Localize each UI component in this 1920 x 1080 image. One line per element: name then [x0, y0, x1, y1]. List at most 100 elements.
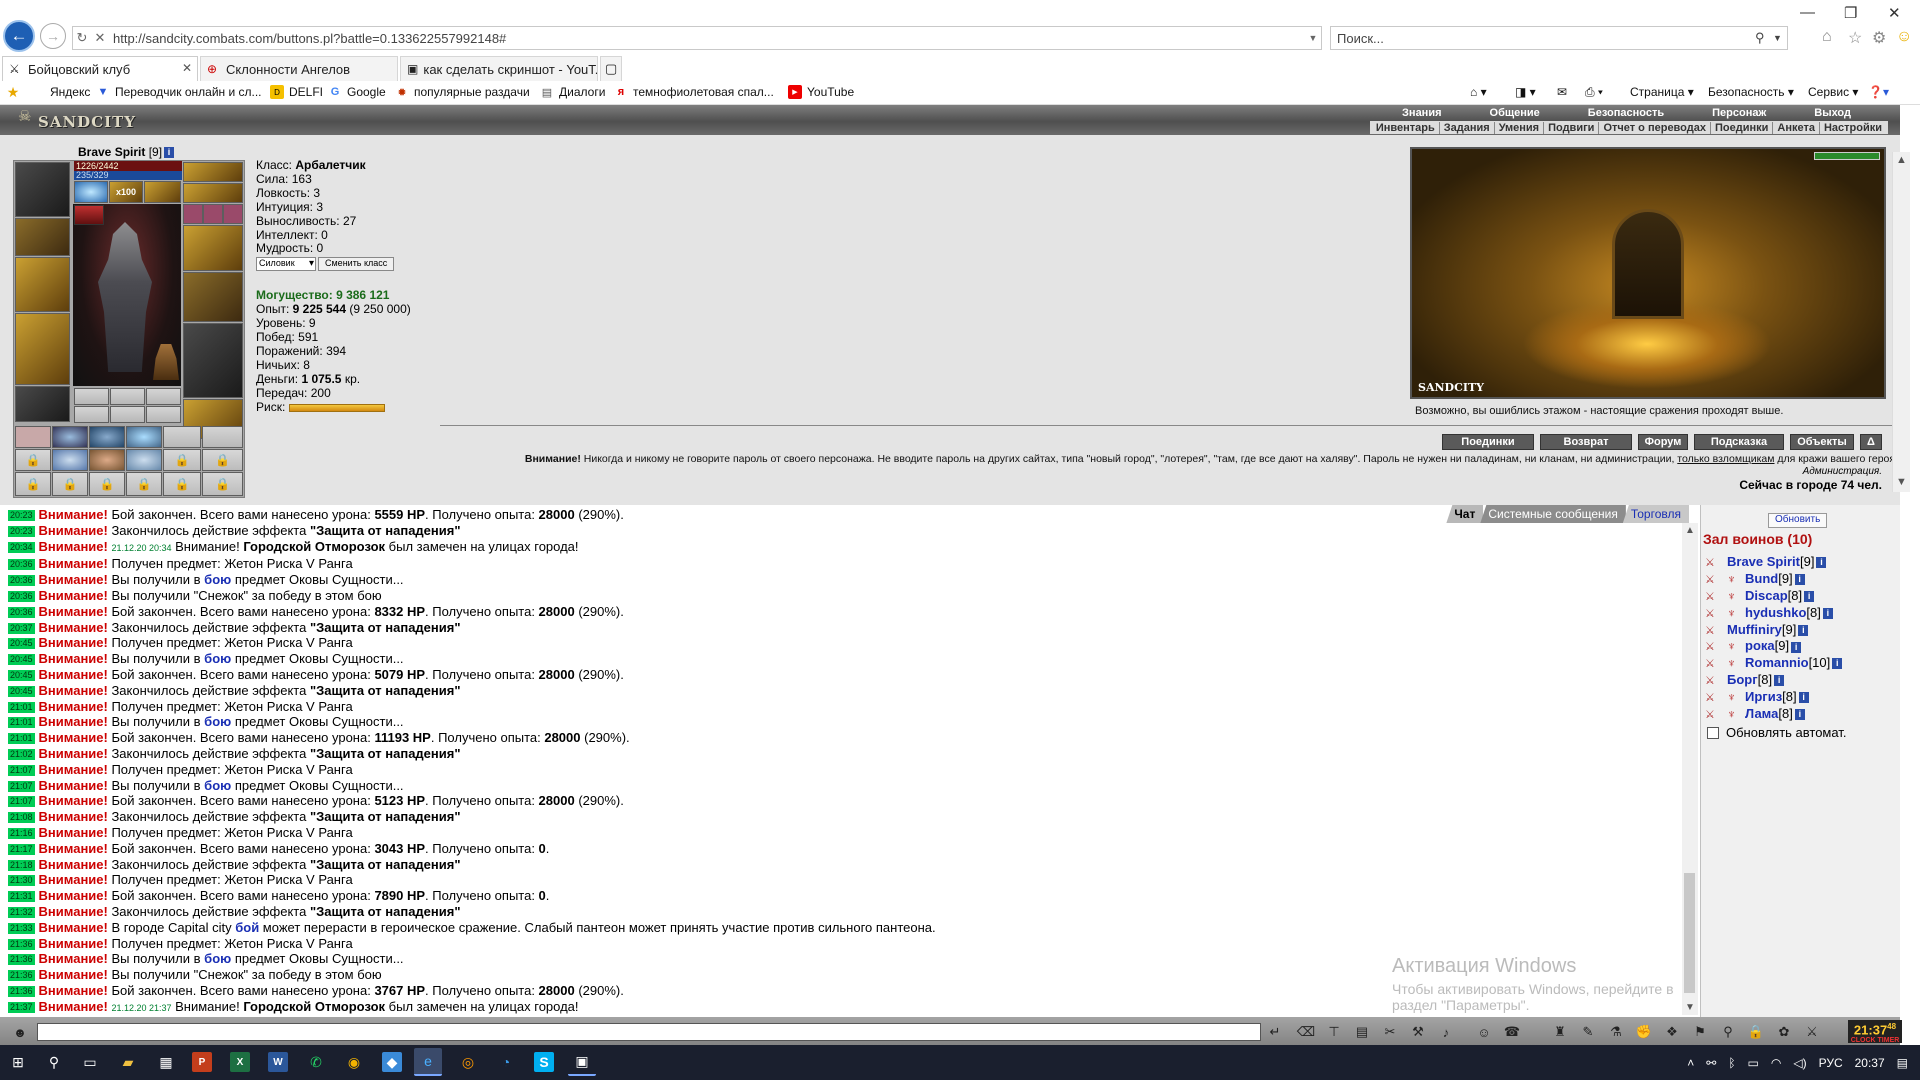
vpn-icon[interactable]: ◆ — [382, 1052, 402, 1072]
potion-icon[interactable]: ⚗ — [1606, 1023, 1626, 1041]
lock-icon[interactable]: 🔒 — [89, 472, 125, 496]
scroll-slot[interactable] — [52, 449, 88, 471]
favorites-star-icon[interactable]: ★ — [6, 84, 25, 100]
message-time[interactable]: 20:45 — [8, 654, 35, 666]
scroll-slot[interactable] — [89, 449, 125, 471]
scroll-slot[interactable] — [126, 426, 162, 448]
player-nick[interactable]: рока — [1745, 638, 1775, 653]
edge-icon[interactable]: ◔ — [496, 1052, 516, 1072]
home-icon[interactable]: ⌂ — [1822, 28, 1832, 46]
folder-icon[interactable]: ▰ — [118, 1052, 138, 1072]
pet-figure[interactable] — [153, 344, 179, 380]
battle-link[interactable]: бою — [204, 714, 231, 729]
tab-chat[interactable]: Чат — [1446, 505, 1484, 523]
favorite-youtube[interactable]: ▶ YouTube — [788, 85, 854, 99]
battle-link[interactable]: бою — [204, 951, 231, 966]
info-icon[interactable]: i — [1798, 624, 1809, 636]
message-time[interactable]: 20:45 — [8, 638, 35, 650]
info-icon[interactable]: i — [1794, 573, 1805, 585]
forum-button[interactable]: Форум — [1638, 434, 1688, 450]
player-nick[interactable]: Muffiniry — [1727, 622, 1782, 637]
quest-icon[interactable]: ❖ — [1662, 1023, 1682, 1041]
submenu-inventory[interactable]: Инвентарь — [1372, 121, 1440, 134]
message-time[interactable]: 20:34 — [8, 541, 35, 553]
app-icon[interactable]: ▣ — [568, 1048, 596, 1076]
lock-icon[interactable]: 🔒 — [15, 472, 51, 496]
empty-slot[interactable] — [146, 388, 181, 405]
favorite-google[interactable]: G Google — [328, 85, 386, 99]
whatsapp-icon[interactable]: ✆ — [306, 1052, 326, 1072]
change-class-button[interactable]: Сменить класс — [318, 257, 395, 272]
player-nick[interactable]: Bund — [1745, 571, 1778, 586]
print-icon[interactable]: ⎙ ▾ — [1585, 85, 1603, 100]
message-time[interactable]: 21:36 — [8, 985, 35, 997]
menu-exit[interactable]: Выход — [1790, 107, 1875, 119]
attack-icon[interactable]: ⚔ — [1705, 623, 1727, 640]
search-icon[interactable]: ⚲ — [1755, 30, 1773, 46]
buff-icon[interactable] — [74, 181, 108, 203]
battle-link[interactable]: бою — [204, 778, 231, 793]
empty-slot[interactable] — [74, 406, 109, 423]
volume-icon[interactable]: ◁) — [1793, 1056, 1806, 1070]
close-window-icon[interactable]: ✕ — [1888, 4, 1901, 22]
url-text[interactable]: http://sandcity.combats.com/buttons.pl?b… — [109, 31, 1305, 46]
menu-communication[interactable]: Общение — [1466, 107, 1564, 119]
favorite-popular[interactable]: ✹ популярные раздачи — [395, 85, 529, 99]
character-avatar[interactable] — [73, 204, 181, 386]
message-time[interactable]: 20:36 — [8, 591, 35, 603]
player-nick[interactable]: Иргиз — [1745, 689, 1782, 704]
info-icon[interactable]: i — [1804, 590, 1815, 602]
message-time[interactable]: 20:37 — [8, 622, 35, 634]
tab-trade[interactable]: Торговля — [1622, 505, 1689, 523]
skype-icon[interactable]: S — [534, 1052, 554, 1072]
empty-slot[interactable] — [110, 406, 145, 423]
lock-icon[interactable]: 🔒 — [163, 449, 201, 471]
favorite-translator[interactable]: ▼ Переводчик онлайн и сл... — [96, 85, 262, 99]
submenu-profile[interactable]: Анкета — [1773, 121, 1820, 134]
scroll-slot[interactable] — [126, 449, 162, 471]
info-icon[interactable]: i — [1822, 607, 1833, 619]
submenu-transfers[interactable]: Отчет о переводах — [1599, 121, 1711, 134]
music-icon[interactable]: ♪ — [1436, 1023, 1456, 1041]
info-icon[interactable]: i — [1816, 557, 1827, 569]
favorite-bedroom[interactable]: я темнофиолетовая спал... — [614, 85, 774, 99]
attack-icon[interactable]: ⚔ — [1705, 589, 1727, 606]
powerpoint-icon[interactable]: P — [192, 1052, 212, 1072]
search-icon[interactable]: ⚲ — [44, 1052, 64, 1072]
message-time[interactable]: 21:32 — [8, 906, 35, 918]
message-time[interactable]: 21:30 — [8, 875, 35, 887]
necklace-slot[interactable] — [15, 218, 70, 256]
gear-icon[interactable]: ⚙ — [1872, 28, 1886, 48]
earring-slot[interactable] — [183, 162, 243, 182]
favorite-yandex[interactable]: Яндекс — [50, 85, 90, 99]
shield-slot[interactable] — [183, 272, 243, 322]
map-icon[interactable]: ⚑ — [1690, 1023, 1710, 1041]
ring-slot-2[interactable] — [203, 204, 223, 224]
character-name[interactable]: Brave Spirit [9] i — [78, 145, 175, 159]
new-tab-button[interactable]: ▢ — [600, 56, 622, 81]
message-time[interactable]: 21:18 — [8, 859, 35, 871]
message-time[interactable]: 21:07 — [8, 764, 35, 776]
attack-icon[interactable]: ⚔ — [1705, 690, 1727, 707]
location-door[interactable] — [1612, 209, 1684, 319]
menu-safety[interactable]: Безопасность ▾ — [1708, 85, 1794, 99]
message-time[interactable]: 21:01 — [8, 701, 35, 713]
refresh-icon[interactable]: ↻ — [73, 30, 91, 46]
chevron-down-icon[interactable]: ▼ — [1773, 33, 1787, 43]
browser-tab-youtube[interactable]: ▣ как сделать скриншот - YouT... — [400, 56, 598, 81]
bluetooth-icon[interactable]: ᛒ — [1728, 1056, 1735, 1070]
message-time[interactable]: 21:33 — [8, 922, 35, 934]
info-icon[interactable]: i — [164, 147, 175, 159]
menu-page[interactable]: Страница ▾ — [1630, 85, 1694, 99]
class-dropdown[interactable]: Силовик — [256, 257, 316, 272]
message-time[interactable]: 21:07 — [8, 796, 35, 808]
player-nick[interactable]: Romannio — [1745, 655, 1809, 670]
message-time[interactable]: 21:37 — [8, 1001, 35, 1013]
battery-icon[interactable]: ▭ — [1748, 1056, 1759, 1070]
filter-icon[interactable]: ⊤ — [1324, 1023, 1344, 1041]
info-icon[interactable]: i — [1798, 692, 1809, 704]
message-time[interactable]: 20:36 — [8, 559, 35, 571]
attack-icon[interactable]: ⚔ — [1705, 673, 1727, 690]
checkbox[interactable] — [1707, 726, 1719, 739]
save-icon[interactable]: ▤ — [1352, 1023, 1372, 1041]
